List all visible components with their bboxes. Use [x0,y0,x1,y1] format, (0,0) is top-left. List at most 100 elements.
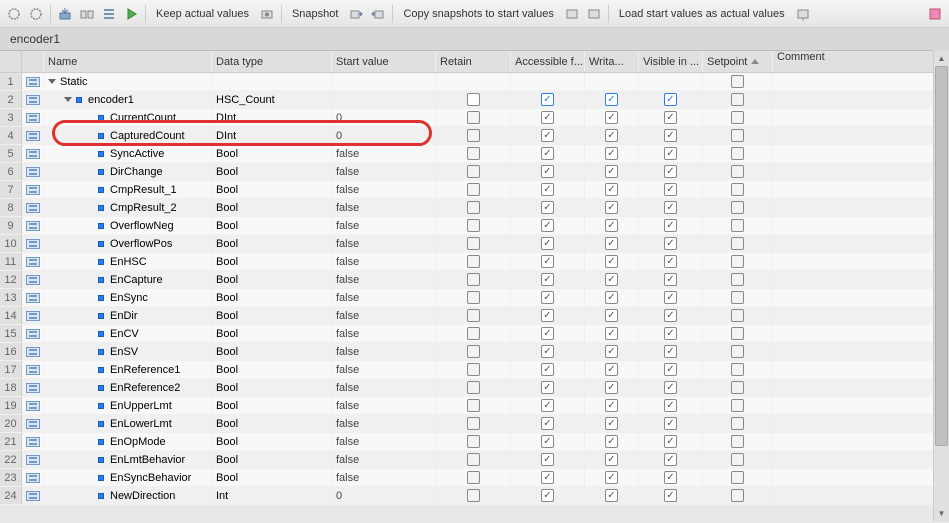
checkbox[interactable] [664,399,677,412]
start-value-cell[interactable]: false [332,433,436,450]
checkbox[interactable] [541,273,554,286]
name-cell[interactable]: EnSV [44,343,212,360]
start-value-cell[interactable]: false [332,469,436,486]
start-value-cell[interactable]: false [332,397,436,414]
checkbox[interactable] [664,363,677,376]
checkbox[interactable] [605,453,618,466]
start-value-cell[interactable]: false [332,217,436,234]
checkbox[interactable] [664,147,677,160]
vertical-scrollbar[interactable]: ▲ ▼ [933,50,949,521]
table-row[interactable]: 21EnOpModeBoolfalse [0,433,949,451]
checkbox[interactable] [731,93,744,106]
scroll-thumb[interactable] [935,66,948,446]
checkbox[interactable] [541,309,554,322]
ext-icon-3[interactable] [793,4,813,24]
table-row[interactable]: 12EnCaptureBoolfalse [0,271,949,289]
checkbox[interactable] [731,435,744,448]
list-icon[interactable] [99,4,119,24]
checkbox[interactable] [467,111,480,124]
checkbox[interactable] [605,345,618,358]
checkbox[interactable] [467,291,480,304]
checkbox[interactable] [541,201,554,214]
checkbox[interactable] [605,93,618,106]
checkbox[interactable] [541,399,554,412]
name-cell[interactable]: EnHSC [44,253,212,270]
checkbox[interactable] [541,363,554,376]
checkbox[interactable] [605,489,618,502]
checkbox[interactable] [664,255,677,268]
checkbox[interactable] [664,489,677,502]
checkbox[interactable] [541,471,554,484]
checkbox[interactable] [541,381,554,394]
snapshot-icon[interactable] [257,4,277,24]
table-row[interactable]: 17EnReference1Boolfalse [0,361,949,379]
type-cell[interactable]: Bool [212,343,332,360]
checkbox[interactable] [467,453,480,466]
load-icon[interactable] [55,4,75,24]
checkbox[interactable] [605,237,618,250]
tb-icon-2[interactable] [26,4,46,24]
load-start-label[interactable]: Load start values as actual values [613,8,791,20]
table-row[interactable]: 1Static [0,73,949,91]
checkbox[interactable] [605,381,618,394]
checkbox[interactable] [731,453,744,466]
col-retain[interactable]: Retain [436,51,511,72]
type-cell[interactable]: Bool [212,253,332,270]
checkbox[interactable] [541,291,554,304]
checkbox[interactable] [731,75,744,88]
table-row[interactable]: 24NewDirectionInt0 [0,487,949,505]
type-cell[interactable]: Bool [212,433,332,450]
name-cell[interactable]: Static [44,73,212,90]
settings-icon[interactable] [925,4,945,24]
checkbox[interactable] [605,309,618,322]
table-row[interactable]: 5SyncActiveBoolfalse [0,145,949,163]
table-row[interactable]: 22EnLmtBehaviorBoolfalse [0,451,949,469]
checkbox[interactable] [731,201,744,214]
checkbox[interactable] [541,327,554,340]
start-value-cell[interactable]: false [332,271,436,288]
table-row[interactable]: 15EnCVBoolfalse [0,325,949,343]
type-cell[interactable]: Bool [212,469,332,486]
table-row[interactable]: 4CapturedCountDInt0 [0,127,949,145]
table-row[interactable]: 8CmpResult_2Boolfalse [0,199,949,217]
checkbox[interactable] [664,417,677,430]
checkbox[interactable] [731,291,744,304]
checkbox[interactable] [605,399,618,412]
checkbox[interactable] [467,237,480,250]
type-cell[interactable]: Bool [212,271,332,288]
checkbox[interactable] [605,471,618,484]
name-cell[interactable]: NewDirection [44,487,212,504]
checkbox[interactable] [731,363,744,376]
name-cell[interactable]: DirChange [44,163,212,180]
checkbox[interactable] [605,327,618,340]
checkbox[interactable] [467,93,480,106]
name-cell[interactable]: EnLmtBehavior [44,451,212,468]
table-row[interactable]: 6DirChangeBoolfalse [0,163,949,181]
table-row[interactable]: 14EnDirBoolfalse [0,307,949,325]
checkbox[interactable] [541,129,554,142]
table-row[interactable]: 9OverflowNegBoolfalse [0,217,949,235]
table-row[interactable]: 18EnReference2Boolfalse [0,379,949,397]
name-cell[interactable]: OverflowPos [44,235,212,252]
checkbox[interactable] [731,219,744,232]
start-value-cell[interactable]: false [332,289,436,306]
checkbox[interactable] [731,309,744,322]
checkbox[interactable] [664,237,677,250]
name-cell[interactable]: CapturedCount [44,127,212,144]
copy-snapshots-label[interactable]: Copy snapshots to start values [397,8,559,20]
name-cell[interactable]: EnDir [44,307,212,324]
type-cell[interactable]: Bool [212,325,332,342]
checkbox[interactable] [467,147,480,160]
checkbox[interactable] [541,417,554,430]
table-row[interactable]: 11EnHSCBoolfalse [0,253,949,271]
name-cell[interactable]: EnReference2 [44,379,212,396]
name-cell[interactable]: EnLowerLmt [44,415,212,432]
checkbox[interactable] [664,165,677,178]
type-cell[interactable]: Int [212,487,332,504]
checkbox[interactable] [605,255,618,268]
keep-values-label[interactable]: Keep actual values [150,8,255,20]
checkbox[interactable] [541,183,554,196]
type-cell[interactable]: Bool [212,181,332,198]
checkbox[interactable] [664,381,677,394]
start-value-cell[interactable]: false [332,181,436,198]
